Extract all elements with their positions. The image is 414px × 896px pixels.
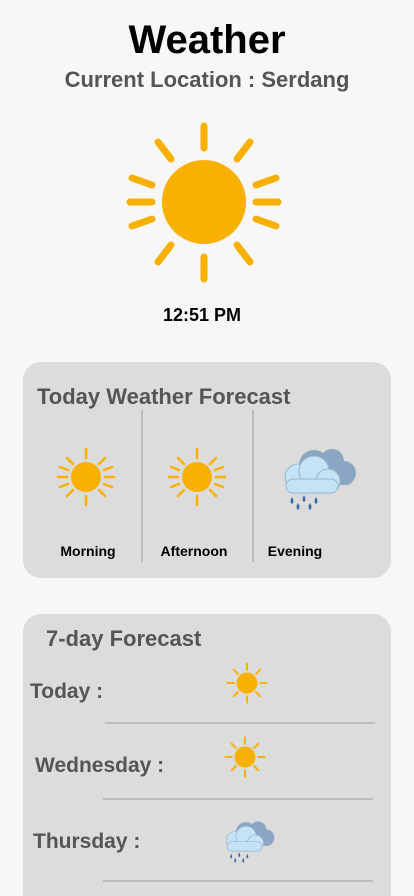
row-divider (103, 880, 373, 882)
weather-screen: Weather Current Location : Serdang 12:51… (0, 0, 414, 896)
week-forecast-title: 7-day Forecast (46, 626, 202, 651)
period-label-afternoon: Afternoon (160, 543, 228, 559)
today-sun-icon (226, 662, 268, 704)
divider (141, 410, 143, 562)
afternoon-sun-icon (167, 447, 227, 507)
current-location: Current Location : Serdang (64, 67, 350, 92)
evening-rain-cloud-icon (284, 449, 356, 510)
row-divider (105, 722, 375, 724)
app-title: Weather (128, 18, 286, 62)
thursday-rain-cloud-icon (226, 821, 275, 863)
current-time: 12:51 PM (162, 305, 242, 325)
today-forecast-title: Today Weather Forecast (37, 384, 291, 409)
week-forecast-card: 7-day Forecast Today : Wednesday : Thurs… (23, 614, 391, 896)
day-label-thursday: Thursday : (33, 830, 141, 853)
today-forecast-card: Today Weather Forecast Morning Afternoon… (23, 362, 391, 578)
day-label-wednesday: Wednesday : (35, 754, 165, 777)
row-divider (103, 798, 373, 800)
period-label-evening: Evening (267, 543, 323, 559)
period-label-morning: Morning (60, 543, 116, 559)
divider (252, 410, 254, 562)
current-weather-sun-icon (126, 122, 282, 283)
wednesday-sun-icon (224, 736, 266, 778)
morning-sun-icon (56, 447, 116, 507)
day-label-today: Today : (30, 680, 104, 703)
